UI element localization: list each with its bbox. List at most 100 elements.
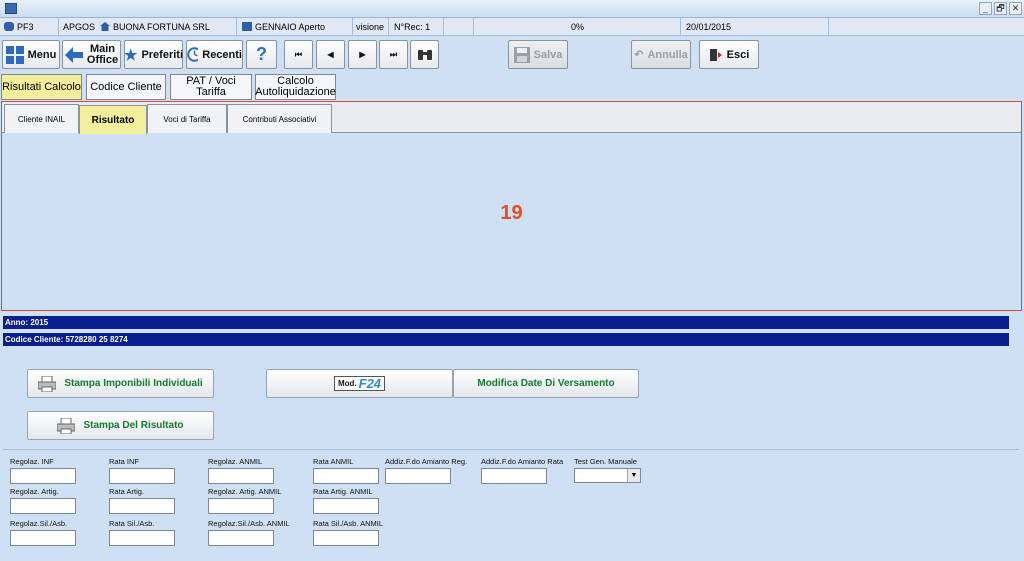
recenti-button[interactable]: Recenti [186,40,243,69]
label-rata-artig: Rata Artig. [109,487,145,496]
recenti-label: Recenti [202,48,242,61]
input-rata-artig-anmil[interactable] [313,498,379,514]
status-date: 20/01/2015 [686,22,732,32]
main-office-label: Main Office [86,42,119,66]
input-regolaz-artig-anmil[interactable] [208,498,274,514]
chevron-down-icon: ▼ [627,469,640,482]
search-button[interactable] [410,40,439,69]
save-icon [513,46,530,63]
label-rata-inf: Rata INF [109,457,140,466]
clock-icon [187,47,199,62]
codice-cliente-bar: Codice Cliente: 5728280 25 8274 [3,333,1009,346]
app-icon [5,3,17,14]
input-rata-sil[interactable] [109,530,175,546]
menu-label: Menu [27,48,57,61]
input-regolaz-sil[interactable] [10,530,76,546]
main-toolbar: Menu Main Office ★ Preferiti Recenti ? ⏮ … [0,37,1024,71]
restore-button[interactable]: 🗗 [994,2,1007,15]
label-rata-sil-anmil: Rata Sil./Asb. ANMIL [313,519,384,528]
label-rata-sil: Rata Sil./Asb. [109,519,155,528]
stampa-risultato-label: Stampa Del Risultato [83,420,184,431]
status-progress: 0% [571,22,585,32]
input-rata-inf[interactable] [109,468,175,484]
label-regolaz-artig: Regolaz. Artig. [10,487,59,496]
arrow-left-icon [64,46,83,63]
next-icon: ▶ [359,50,366,59]
input-rata-sil-anmil[interactable] [313,530,379,546]
star-icon: ★ [123,46,138,64]
last-icon: ⏭ [389,49,398,59]
preferiti-label: Preferiti [141,48,184,61]
form-area: Regolaz. INF Rata INF Regolaz. ANMIL Rat… [3,449,1019,557]
stampa-imponibili-label: Stampa Imponibili Individuali [64,378,203,389]
help-button[interactable]: ? [246,40,277,69]
status-bar: PF3 APGOS BUONA FORTUNA SRL GENNAIO Aper… [0,18,1024,36]
window-titlebar: _ 🗗 ✕ [0,0,1024,18]
preferiti-button[interactable]: ★ Preferiti [124,40,183,69]
undo-icon: ↶ [634,49,644,61]
pat-voci-tariffa-button[interactable]: PAT / Voci Tariffa [170,74,252,100]
status-user: PF3 [4,20,34,34]
annulla-label: Annulla [647,48,688,61]
status-rec: N°Rec: 1 [394,22,431,32]
risultati-calcolo-button[interactable]: Risultati Calcolo [1,74,82,100]
tab-strip: Cliente INAIL Risultato Voci di Tariffa … [2,102,1021,134]
salva-label: Salva [533,48,563,61]
label-addiz-reg: Addiz.F.do Amianto Reg. [385,457,468,466]
prev-record-button[interactable]: ◀ [316,40,345,69]
label-addiz-rata: Addiz.F.do Amianto Rata [481,457,564,466]
label-regolaz-sil: Regolaz.Sil./Asb. [10,519,68,528]
mod-f24-button[interactable]: Mod. F24 [266,369,453,398]
input-rata-artig[interactable] [109,498,175,514]
lock-icon [242,22,252,31]
stampa-risultato-button[interactable]: Stampa Del Risultato [27,411,214,440]
main-office-button[interactable]: Main Office [62,40,121,69]
label-test-gen: Test Gen. Manuale [574,457,637,466]
result-number: 19 [500,202,523,224]
tab-risultato[interactable]: Risultato [79,105,147,134]
prev-icon: ◀ [327,50,334,59]
close-button[interactable]: ✕ [1009,2,1022,15]
input-addiz-reg[interactable] [385,468,451,484]
label-regolaz-anmil: Regolaz. ANMIL [208,457,263,466]
stampa-imponibili-button[interactable]: Stampa Imponibili Individuali [27,369,214,398]
codice-cliente-button[interactable]: Codice Cliente [86,74,166,100]
first-icon: ⏮ [294,49,303,59]
calcolo-autoliquidazione-button[interactable]: Calcolo Autoliquidazione [255,74,336,100]
annulla-button[interactable]: ↶ Annulla [631,40,691,69]
input-rata-anmil[interactable] [313,468,379,484]
label-regolaz-inf: Regolaz. INF [10,457,54,466]
grid-icon [5,45,24,64]
status-company: BUONA FORTUNA SRL [100,20,210,34]
users-icon [4,22,14,31]
tab-panel: Cliente INAIL Risultato Voci di Tariffa … [1,101,1022,311]
label-rata-artig-anmil: Rata Artig. ANMIL [313,487,373,496]
label-rata-anmil: Rata ANMIL [313,457,354,466]
esci-button[interactable]: Esci [699,40,759,69]
modifica-date-button[interactable]: Modifica Date Di Versamento [453,369,639,398]
input-regolaz-inf[interactable] [10,468,76,484]
status-period: GENNAIO Aperto [242,20,325,34]
tab-contributi-associativi[interactable]: Contributi Associativi [227,104,332,133]
minimize-button[interactable]: _ [979,2,992,15]
input-regolaz-anmil[interactable] [208,468,274,484]
menu-button[interactable]: Menu [2,40,60,69]
home-icon [100,22,110,31]
input-regolaz-sil-anmil[interactable] [208,530,274,546]
calcolo-autoliquidazione-label: Calcolo Autoliquidazione [255,75,336,98]
input-addiz-rata[interactable] [481,468,547,484]
next-record-button[interactable]: ▶ [348,40,377,69]
first-record-button[interactable]: ⏮ [284,40,313,69]
esci-label: Esci [726,48,750,61]
exit-door-icon [709,48,722,61]
label-regolaz-sil-anmil: Regolaz.Sil./Asb. ANMIL [208,519,290,528]
salva-button[interactable]: Salva [508,40,568,69]
input-regolaz-artig[interactable] [10,498,76,514]
select-test-gen[interactable]: ▼ [574,468,641,483]
tab-cliente-inail[interactable]: Cliente INAIL [4,104,79,133]
binoculars-icon [417,49,432,60]
printer-icon [38,375,57,392]
printer-icon [57,417,76,434]
last-record-button[interactable]: ⏭ [379,40,408,69]
tab-voci-tariffa[interactable]: Voci di Tariffa [147,104,227,133]
